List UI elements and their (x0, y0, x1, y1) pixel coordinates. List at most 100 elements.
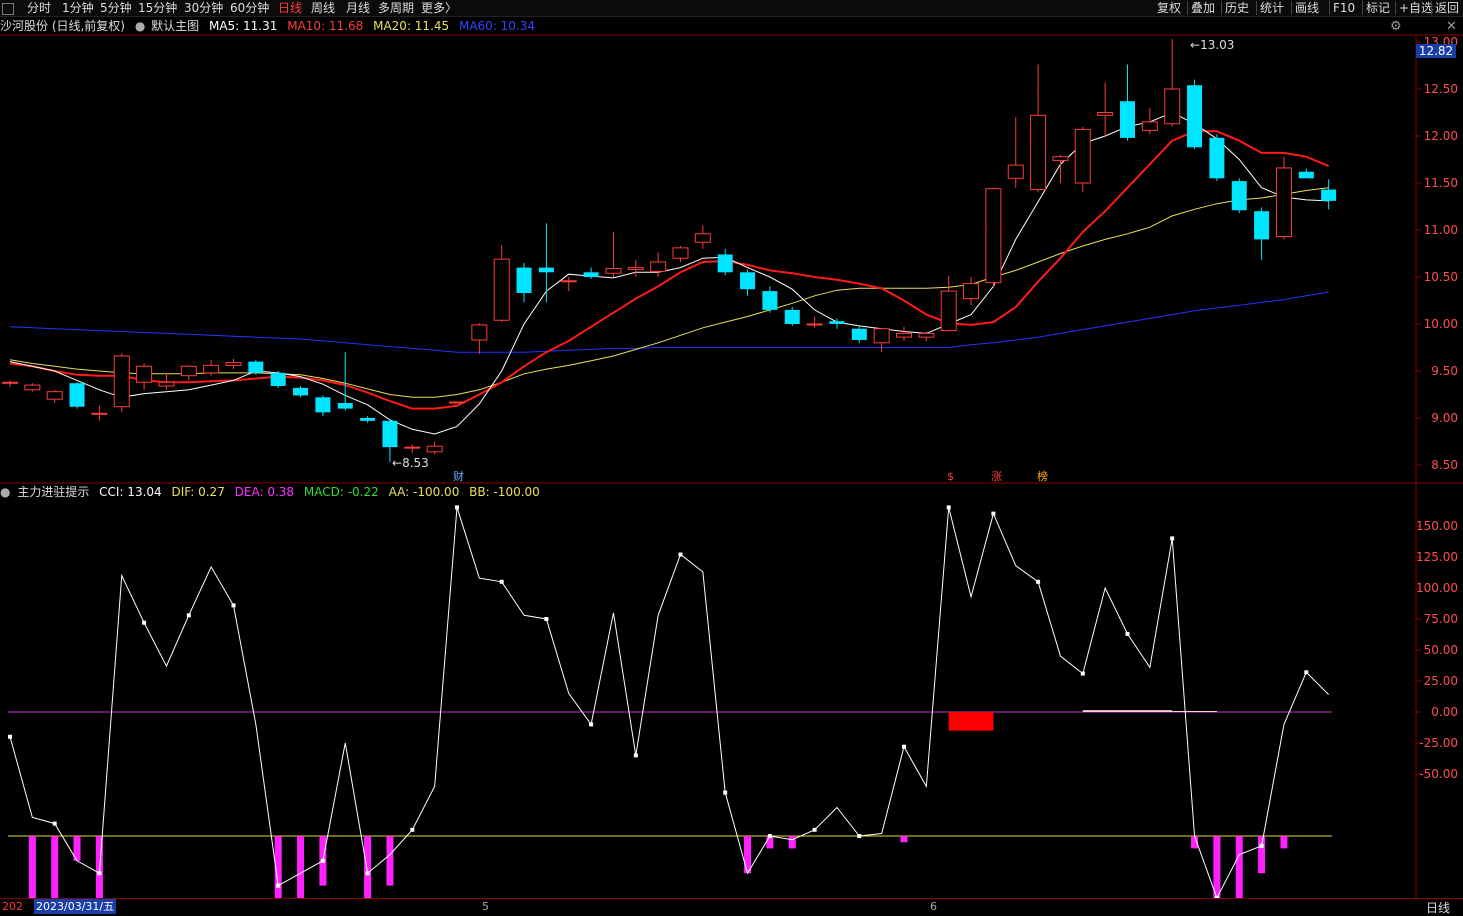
candle-body (694, 233, 711, 243)
candle-body (806, 323, 823, 326)
candle[interactable] (516, 262, 532, 303)
candle-body (113, 355, 130, 408)
candle-body (46, 391, 63, 400)
candle[interactable] (46, 389, 63, 403)
candle-body (293, 387, 309, 396)
candle[interactable] (113, 353, 130, 413)
kline-chart[interactable]: 13.0012.5012.0011.5011.0010.5010.009.509… (0, 0, 1463, 914)
candle[interactable] (69, 382, 85, 409)
period-indicator[interactable]: 日线 (1426, 899, 1450, 916)
signal-bar (297, 836, 305, 898)
candle[interactable] (1120, 64, 1135, 141)
candle[interactable] (538, 223, 554, 303)
candle[interactable] (270, 371, 286, 388)
candle[interactable] (851, 325, 867, 343)
price-label: 10.50 (1424, 270, 1458, 284)
candle[interactable] (1254, 207, 1270, 261)
candle[interactable] (203, 359, 220, 376)
candle[interactable] (248, 359, 264, 375)
candle[interactable] (1209, 134, 1225, 182)
signal-bar (386, 836, 394, 886)
candle[interactable] (1141, 107, 1158, 135)
candle[interactable] (806, 316, 823, 328)
high-arrow: ← (1190, 38, 1201, 52)
cci-point (320, 858, 325, 863)
candle-body (337, 402, 353, 409)
candle[interactable] (293, 386, 309, 398)
candle[interactable] (1298, 168, 1314, 179)
candle[interactable] (1275, 156, 1292, 240)
candle[interactable] (1030, 64, 1047, 193)
candle[interactable] (1321, 179, 1337, 210)
candle[interactable] (650, 252, 667, 277)
cci-point (946, 505, 951, 510)
candle[interactable] (360, 416, 376, 423)
candle[interactable] (1164, 39, 1181, 127)
candle[interactable] (940, 276, 957, 332)
candle-body (270, 372, 286, 387)
ma60-line (9, 291, 1329, 353)
candle[interactable] (24, 383, 41, 392)
candle[interactable] (1052, 154, 1069, 183)
candle[interactable] (449, 401, 465, 404)
candle-body (1298, 171, 1314, 179)
candle[interactable] (471, 323, 488, 355)
cci-point (8, 734, 12, 739)
candle[interactable] (985, 187, 1002, 287)
candle[interactable] (1231, 178, 1247, 214)
candle[interactable] (873, 327, 890, 353)
cci-point (1304, 670, 1309, 675)
macd-bar (1082, 710, 1173, 712)
candle[interactable] (762, 286, 778, 313)
candle[interactable] (91, 405, 108, 421)
candle[interactable] (717, 248, 733, 276)
ind-label: -25.00 (1419, 736, 1458, 750)
candle[interactable] (829, 318, 845, 329)
price-label: 12.00 (1424, 129, 1458, 143)
candle-body (829, 321, 845, 324)
candle[interactable] (1187, 79, 1203, 150)
candle-body (1097, 112, 1114, 116)
price-label: 9.00 (1431, 411, 1458, 425)
candle[interactable] (493, 245, 510, 323)
cci-point (455, 505, 459, 510)
candle[interactable] (315, 395, 331, 417)
candle-body (248, 361, 264, 373)
candle[interactable] (963, 277, 980, 306)
low-price: 8.53 (402, 456, 429, 470)
low-arrow: ← (392, 456, 403, 470)
candle[interactable] (225, 358, 242, 370)
candle[interactable] (1007, 117, 1024, 188)
candle[interactable] (560, 277, 577, 292)
candle[interactable] (740, 269, 756, 296)
candle[interactable] (1074, 126, 1091, 193)
signal-bar (51, 836, 59, 898)
candle-body (426, 445, 443, 453)
candle[interactable] (337, 352, 353, 411)
candle[interactable] (918, 331, 935, 341)
candle[interactable] (2, 380, 18, 387)
candle-body (740, 272, 756, 290)
candle[interactable] (605, 231, 622, 277)
candle-body (1254, 211, 1270, 240)
cci-line (9, 507, 1330, 900)
candle-body (627, 267, 644, 270)
candle-body (1275, 167, 1292, 238)
candle-body (672, 247, 689, 259)
candle-body (583, 272, 599, 277)
candle[interactable] (672, 245, 689, 262)
ind-label: 100.00 (1416, 581, 1458, 595)
low-price-annotation: ←8.53 (392, 456, 429, 470)
candle[interactable] (1097, 82, 1114, 136)
candle[interactable] (784, 307, 800, 326)
candle[interactable] (426, 441, 443, 455)
candle[interactable] (136, 363, 153, 390)
candle[interactable] (896, 326, 912, 341)
candle[interactable] (180, 365, 197, 381)
candle[interactable] (404, 444, 421, 453)
candle-body (784, 309, 800, 324)
cci-point (678, 552, 683, 557)
candle[interactable] (627, 260, 644, 277)
candle[interactable] (694, 225, 711, 249)
ind-label: 0.00 (1431, 705, 1458, 719)
